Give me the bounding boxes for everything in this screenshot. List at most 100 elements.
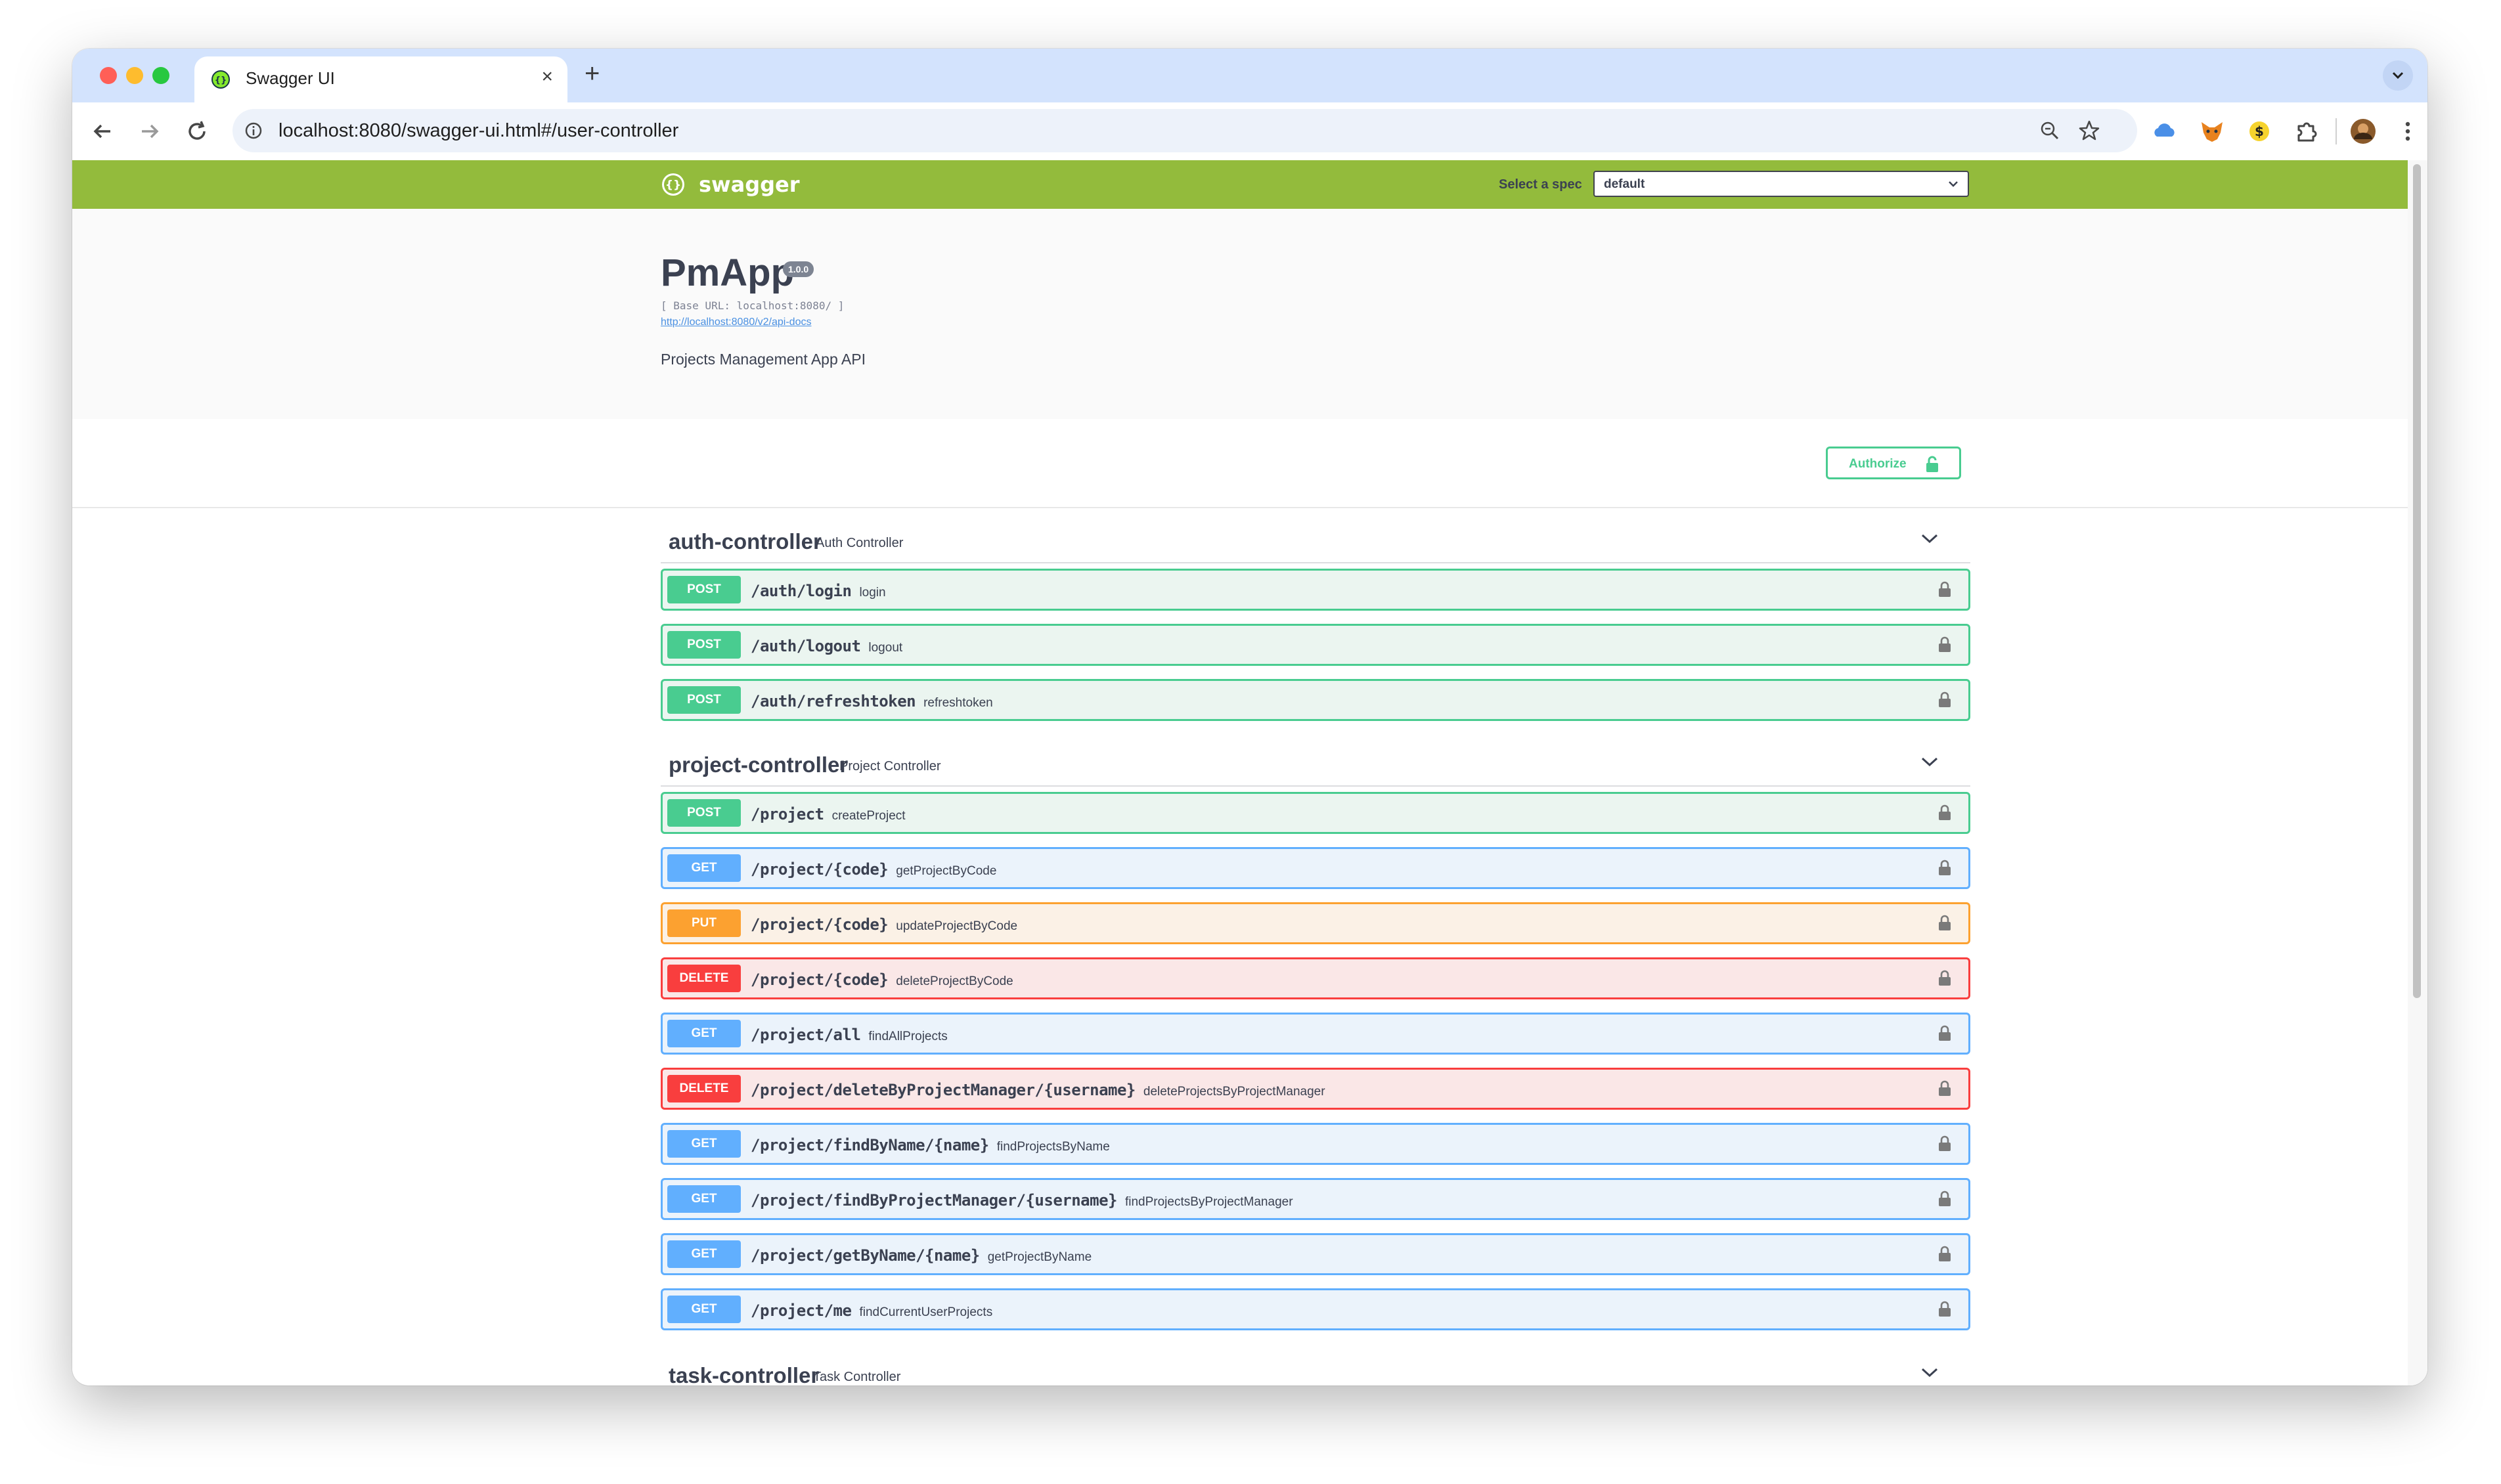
operation-delete-project-code[interactable]: DELETE /project/{code} deleteProjectByCod… [661, 957, 1970, 999]
more-menu-icon[interactable] [2393, 117, 2422, 146]
cloud-extension-icon[interactable] [2150, 117, 2179, 146]
tag-task-controller[interactable]: task-controller Task Controller [661, 1349, 1970, 1386]
authorize-button[interactable]: Authorize [1826, 447, 1961, 479]
page-scrollbar[interactable] [2408, 160, 2427, 1386]
spec-select[interactable]: default [1593, 171, 1969, 197]
scheme-container: Authorize [72, 419, 2408, 508]
lock-icon[interactable] [1938, 860, 1951, 877]
operation-path: /project/{code} deleteProjectByCode [751, 971, 1013, 989]
method-badge: GET [667, 1130, 741, 1158]
chevron-down-icon[interactable] [1920, 1366, 1939, 1379]
forward-arrow-icon[interactable] [137, 118, 163, 144]
method-badge: GET [667, 1020, 741, 1047]
operation-get-project-all[interactable]: GET /project/all findAllProjects [661, 1013, 1970, 1055]
operation-path: /project/me findCurrentUserProjects [751, 1301, 993, 1320]
operation-post-project[interactable]: POST /project createProject [661, 792, 1970, 834]
operation-path: /project/deleteByProjectManager/{usernam… [751, 1081, 1325, 1099]
scrollbar-thumb[interactable] [2413, 164, 2421, 998]
operation-id: findCurrentUserProjects [859, 1305, 993, 1319]
bookmark-star-icon[interactable] [2078, 120, 2100, 142]
fox-extension-icon[interactable] [2198, 117, 2226, 146]
api-info-section: PmApp 1.0.0 [ Base URL: localhost:8080/ … [72, 209, 2408, 419]
lock-icon[interactable] [1938, 804, 1951, 821]
tag-name: auth-controller [669, 529, 822, 554]
swagger-logo-text[interactable]: swagger [699, 172, 800, 197]
method-badge: GET [667, 1296, 741, 1323]
tag-project-controller[interactable]: project-controller Project Controller [661, 738, 1970, 787]
lock-icon[interactable] [1938, 636, 1951, 653]
lock-icon[interactable] [1938, 691, 1951, 709]
lock-icon[interactable] [1938, 581, 1951, 598]
url-text: localhost:8080/swagger-ui.html#/user-con… [278, 120, 679, 141]
lock-icon[interactable] [1938, 915, 1951, 932]
browser-window: {} Swagger UI × + localhost:8080/swagger… [72, 49, 2427, 1386]
close-window-button[interactable] [100, 67, 117, 84]
svg-text:{}: {} [665, 179, 681, 192]
swagger-logo-icon[interactable]: {} [661, 172, 686, 197]
lock-icon[interactable] [1938, 1301, 1951, 1318]
api-description: Projects Management App API [661, 351, 866, 368]
operation-path: /auth/logout logout [751, 637, 903, 655]
lock-icon[interactable] [1938, 1135, 1951, 1152]
zoom-icon[interactable] [2040, 121, 2060, 141]
api-title: PmApp [661, 251, 794, 294]
operation-delete-project-by-manager[interactable]: DELETE /project/deleteByProjectManager/{… [661, 1068, 1970, 1110]
operation-get-project-me[interactable]: GET /project/me findCurrentUserProjects [661, 1288, 1970, 1330]
operation-path: /project/getByName/{name} getProjectByNam… [751, 1246, 1092, 1265]
operation-path: /auth/refreshtoken refreshtoken [751, 692, 993, 710]
browser-tab[interactable]: {} Swagger UI × [194, 56, 567, 102]
unlock-icon [1926, 456, 1938, 472]
api-docs-link[interactable]: http://localhost:8080/v2/api-docs [661, 316, 811, 328]
method-badge: DELETE [667, 965, 741, 992]
operation-id: deleteProjectByCode [896, 974, 1013, 988]
method-badge: POST [667, 576, 741, 603]
lock-icon[interactable] [1938, 1080, 1951, 1097]
svg-text:{}: {} [215, 76, 227, 85]
swagger-topbar: {} swagger Select a spec default [72, 160, 2408, 209]
operation-get-project-find-by-name[interactable]: GET /project/findByName/{name} findProjec… [661, 1123, 1970, 1165]
tag-description: Auth Controller [816, 536, 904, 550]
tag-name: task-controller [669, 1363, 820, 1386]
operation-get-project-find-by-manager[interactable]: GET /project/findByProjectManager/{usern… [661, 1178, 1970, 1220]
new-tab-button[interactable]: + [585, 60, 600, 87]
swagger-page: {} swagger Select a spec default PmApp 1… [72, 160, 2408, 1386]
method-badge: POST [667, 799, 741, 827]
dollar-extension-icon[interactable]: $ [2245, 117, 2274, 146]
chevron-down-icon[interactable] [1920, 755, 1939, 768]
operation-id: getProjectByName [987, 1250, 1092, 1264]
back-arrow-icon[interactable] [89, 118, 116, 144]
profile-avatar[interactable] [2349, 117, 2378, 146]
reload-icon[interactable] [184, 118, 210, 144]
method-badge: GET [667, 1185, 741, 1213]
operation-path: /project/{code} updateProjectByCode [751, 915, 1018, 934]
tag-name: project-controller [669, 753, 849, 777]
tab-search-button[interactable] [2383, 60, 2413, 91]
maximize-window-button[interactable] [152, 67, 169, 84]
operation-get-project-code[interactable]: GET /project/{code} getProjectByCode [661, 847, 1970, 889]
operation-id: deleteProjectsByProjectManager [1143, 1085, 1325, 1099]
tag-description: Project Controller [839, 759, 941, 774]
lock-icon[interactable] [1938, 1190, 1951, 1208]
puzzle-extensions-icon[interactable] [2292, 117, 2321, 146]
minimize-window-button[interactable] [126, 67, 143, 84]
operation-id: getProjectByCode [896, 864, 997, 878]
operation-put-project-code[interactable]: PUT /project/{code} updateProjectByCode [661, 902, 1970, 944]
operation-path: /project/all findAllProjects [751, 1026, 948, 1044]
operation-post-auth-refreshtoken[interactable]: POST /auth/refreshtoken refreshtoken [661, 679, 1970, 721]
method-badge: PUT [667, 909, 741, 937]
lock-icon[interactable] [1938, 1246, 1951, 1263]
chevron-down-icon [2392, 72, 2404, 79]
tab-close-icon[interactable]: × [541, 66, 553, 88]
tab-title: Swagger UI [246, 68, 335, 88]
lock-icon[interactable] [1938, 970, 1951, 987]
site-info-icon[interactable] [244, 121, 263, 140]
lock-icon[interactable] [1938, 1025, 1951, 1042]
tag-auth-controller[interactable]: auth-controller Auth Controller [661, 515, 1970, 563]
tab-strip: {} Swagger UI × + [72, 49, 2427, 102]
operation-id: login [859, 586, 886, 600]
address-bar[interactable]: localhost:8080/swagger-ui.html#/user-con… [232, 109, 2137, 152]
operation-post-auth-logout[interactable]: POST /auth/logout logout [661, 624, 1970, 666]
chevron-down-icon[interactable] [1920, 532, 1939, 545]
operation-get-project-get-by-name[interactable]: GET /project/getByName/{name} getProjectB… [661, 1233, 1970, 1275]
operation-post-auth-login[interactable]: POST /auth/login login [661, 569, 1970, 611]
